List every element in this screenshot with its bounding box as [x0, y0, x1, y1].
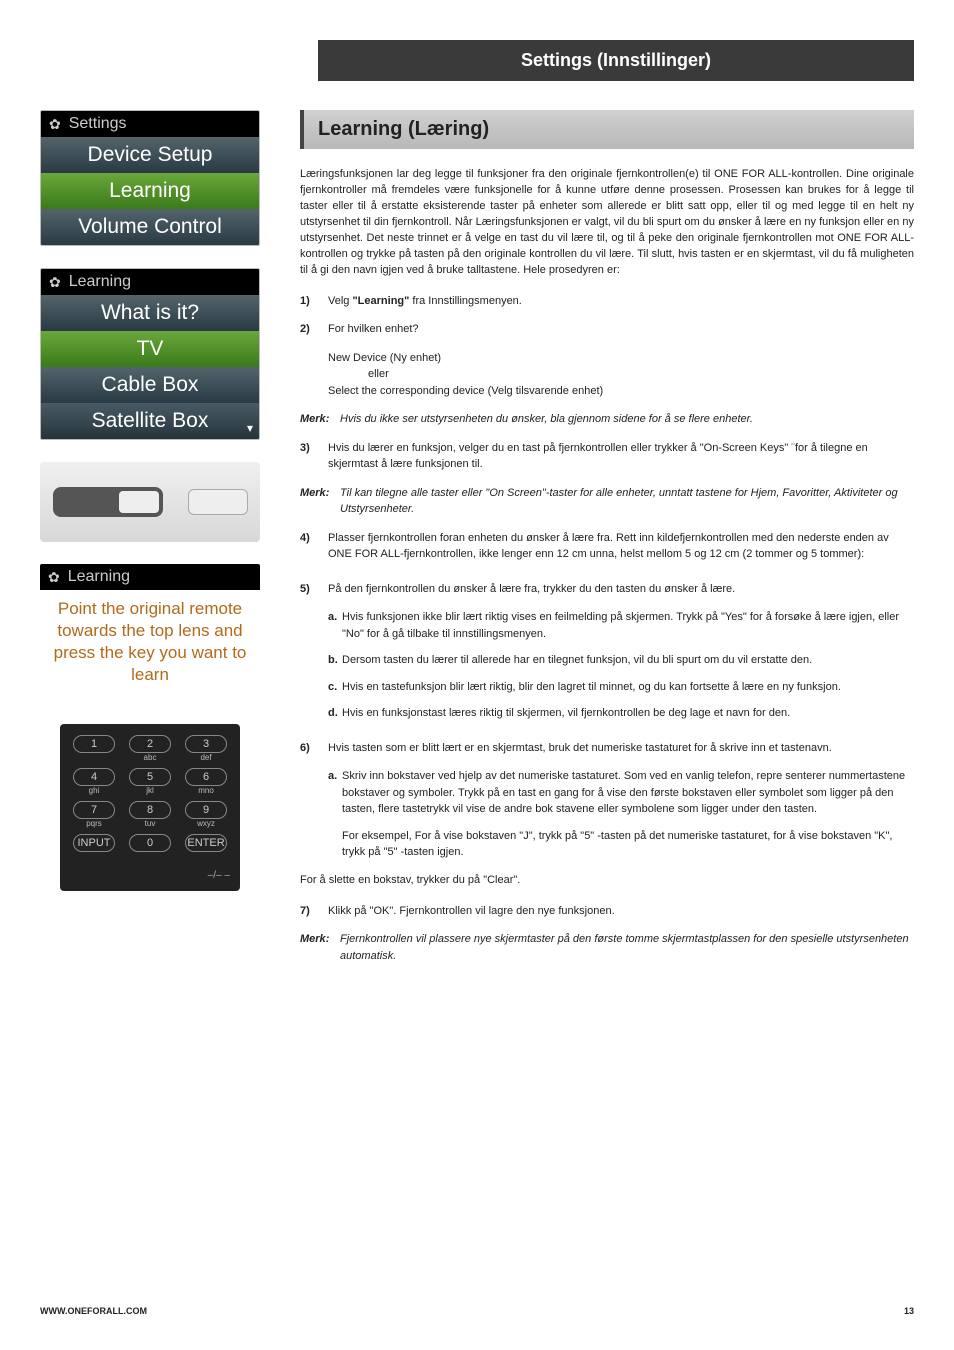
keypad-key: 7pqrs — [70, 800, 118, 829]
key-sublabel: jkl — [126, 786, 174, 796]
keypad-key: 6mno — [182, 767, 230, 796]
key-sublabel: pqrs — [70, 819, 118, 829]
key-sublabel — [182, 852, 230, 862]
keypad-key: 5jkl — [126, 767, 174, 796]
section-title-bar: Learning (Læring) — [300, 110, 914, 149]
step-1: 1) Velg "Learning" fra Innstillingsmenye… — [300, 293, 914, 310]
keypad-key: ENTER — [182, 833, 230, 862]
screenshot-learning-menu: ✿ Learning What is it? TV Cable Box Sate… — [40, 268, 260, 440]
key-sublabel: mno — [182, 786, 230, 796]
keypad-key: 0 — [126, 833, 174, 862]
learning-prompt-text: Point the original remote towards the to… — [40, 590, 260, 694]
page-footer: WWW.ONEFORALL.COM 13 — [40, 1306, 914, 1316]
key-sublabel: def — [182, 753, 230, 763]
screen-header: ✿ Settings — [41, 111, 259, 137]
key-button: ENTER — [185, 834, 227, 852]
key-button: 0 — [129, 834, 171, 852]
step-7: 7) Klikk på "OK". Fjernkontrollen vil la… — [300, 903, 914, 920]
menu-item-volume-control: Volume Control — [41, 209, 259, 245]
key-sublabel: wxyz — [182, 819, 230, 829]
screen-title: Learning — [68, 568, 130, 586]
menu-item-tv: TV — [41, 331, 259, 367]
key-sublabel — [126, 852, 174, 862]
page-tab-label: Settings (Innstillinger) — [521, 50, 711, 71]
keypad-key: 8tuv — [126, 800, 174, 829]
note-1: Merk: Hvis du ikke ser utstyrsenheten du… — [300, 411, 914, 428]
main-content: Learning (Læring) Læringsfunksjonen lar … — [300, 110, 914, 976]
screen-header: ✿ Learning — [41, 269, 259, 295]
note-3: Merk: Fjernkontrollen vil plassere nye s… — [300, 931, 914, 964]
keypad-key: 9wxyz — [182, 800, 230, 829]
key-button: 4 — [73, 768, 115, 786]
remote-pairing-illustration — [40, 462, 260, 542]
note-2: Merk: Til kan tilegne alle taster eller … — [300, 485, 914, 518]
keypad-key: 4ghi — [70, 767, 118, 796]
step-6-sublist: a.Skriv inn bokstaver ved hjelp av det n… — [328, 768, 914, 861]
key-sublabel — [70, 753, 118, 763]
chevron-down-icon: ▾ — [247, 421, 253, 435]
menu-item-satellite-box: Satellite Box ▾ — [41, 403, 259, 439]
step-2-options: New Device (Ny enhet) eller Select the c… — [328, 350, 914, 400]
menu-item-device-setup: Device Setup — [41, 137, 259, 173]
key-button: 2 — [129, 735, 171, 753]
step-5-sublist: a.Hvis funksjonen ikke blir lært riktig … — [328, 609, 914, 722]
screen-title: Settings — [69, 115, 127, 133]
key-button: 5 — [129, 768, 171, 786]
step-3: 3) Hvis du lærer en funksjon, velger du … — [300, 440, 914, 473]
clear-note: For å slette en bokstav, trykker du på "… — [300, 873, 914, 889]
intro-paragraph: Læringsfunksjonen lar deg legge til funk… — [300, 167, 914, 279]
gear-icon: ✿ — [49, 274, 61, 291]
sidebar: ✿ Settings Device Setup Learning Volume … — [40, 110, 260, 976]
screenshot-settings-menu: ✿ Settings Device Setup Learning Volume … — [40, 110, 260, 246]
gear-icon: ✿ — [49, 116, 61, 133]
key-button: 7 — [73, 801, 115, 819]
key-sublabel — [70, 852, 118, 862]
key-sublabel: ghi — [70, 786, 118, 796]
section-title: Learning (Læring) — [318, 118, 900, 141]
menu-item-what-is-it: What is it? — [41, 295, 259, 331]
keypad-key: INPUT — [70, 833, 118, 862]
key-sublabel: tuv — [126, 819, 174, 829]
key-button: INPUT — [73, 834, 115, 852]
key-button: 9 — [185, 801, 227, 819]
key-button: 8 — [129, 801, 171, 819]
original-remote-icon — [188, 489, 248, 515]
step-6: 6) Hvis tasten som er blitt lært er en s… — [300, 740, 914, 757]
menu-item-learning: Learning — [41, 173, 259, 209]
key-button: 3 — [185, 735, 227, 753]
step-4: 4) Plasser fjernkontrollen foran enheten… — [300, 530, 914, 563]
screen-title: Learning — [69, 273, 131, 291]
keypad-bar: –/– – — [70, 866, 230, 881]
page-number: 13 — [904, 1306, 914, 1316]
key-sublabel: abc — [126, 753, 174, 763]
footer-url: WWW.ONEFORALL.COM — [40, 1306, 147, 1316]
step-2: 2) For hvilken enhet? — [300, 321, 914, 338]
menu-item-cable-box: Cable Box — [41, 367, 259, 403]
keypad-key: 2abc — [126, 734, 174, 763]
one-for-all-remote-icon — [53, 487, 163, 517]
gear-icon: ✿ — [48, 569, 60, 586]
screen-header: ✿ Learning — [40, 564, 260, 590]
page-tab-header: Settings (Innstillinger) — [318, 40, 914, 81]
key-button: 1 — [73, 735, 115, 753]
keypad-key: 3def — [182, 734, 230, 763]
key-button: 6 — [185, 768, 227, 786]
screenshot-learning-prompt: ✿ Learning Point the original remote tow… — [40, 564, 260, 694]
step-5: 5) På den fjernkontrollen du ønsker å læ… — [300, 581, 914, 598]
keypad-key: 1 — [70, 734, 118, 763]
numeric-keypad-illustration: 12abc3def4ghi5jkl6mno7pqrs8tuv9wxyzINPUT… — [60, 724, 240, 891]
